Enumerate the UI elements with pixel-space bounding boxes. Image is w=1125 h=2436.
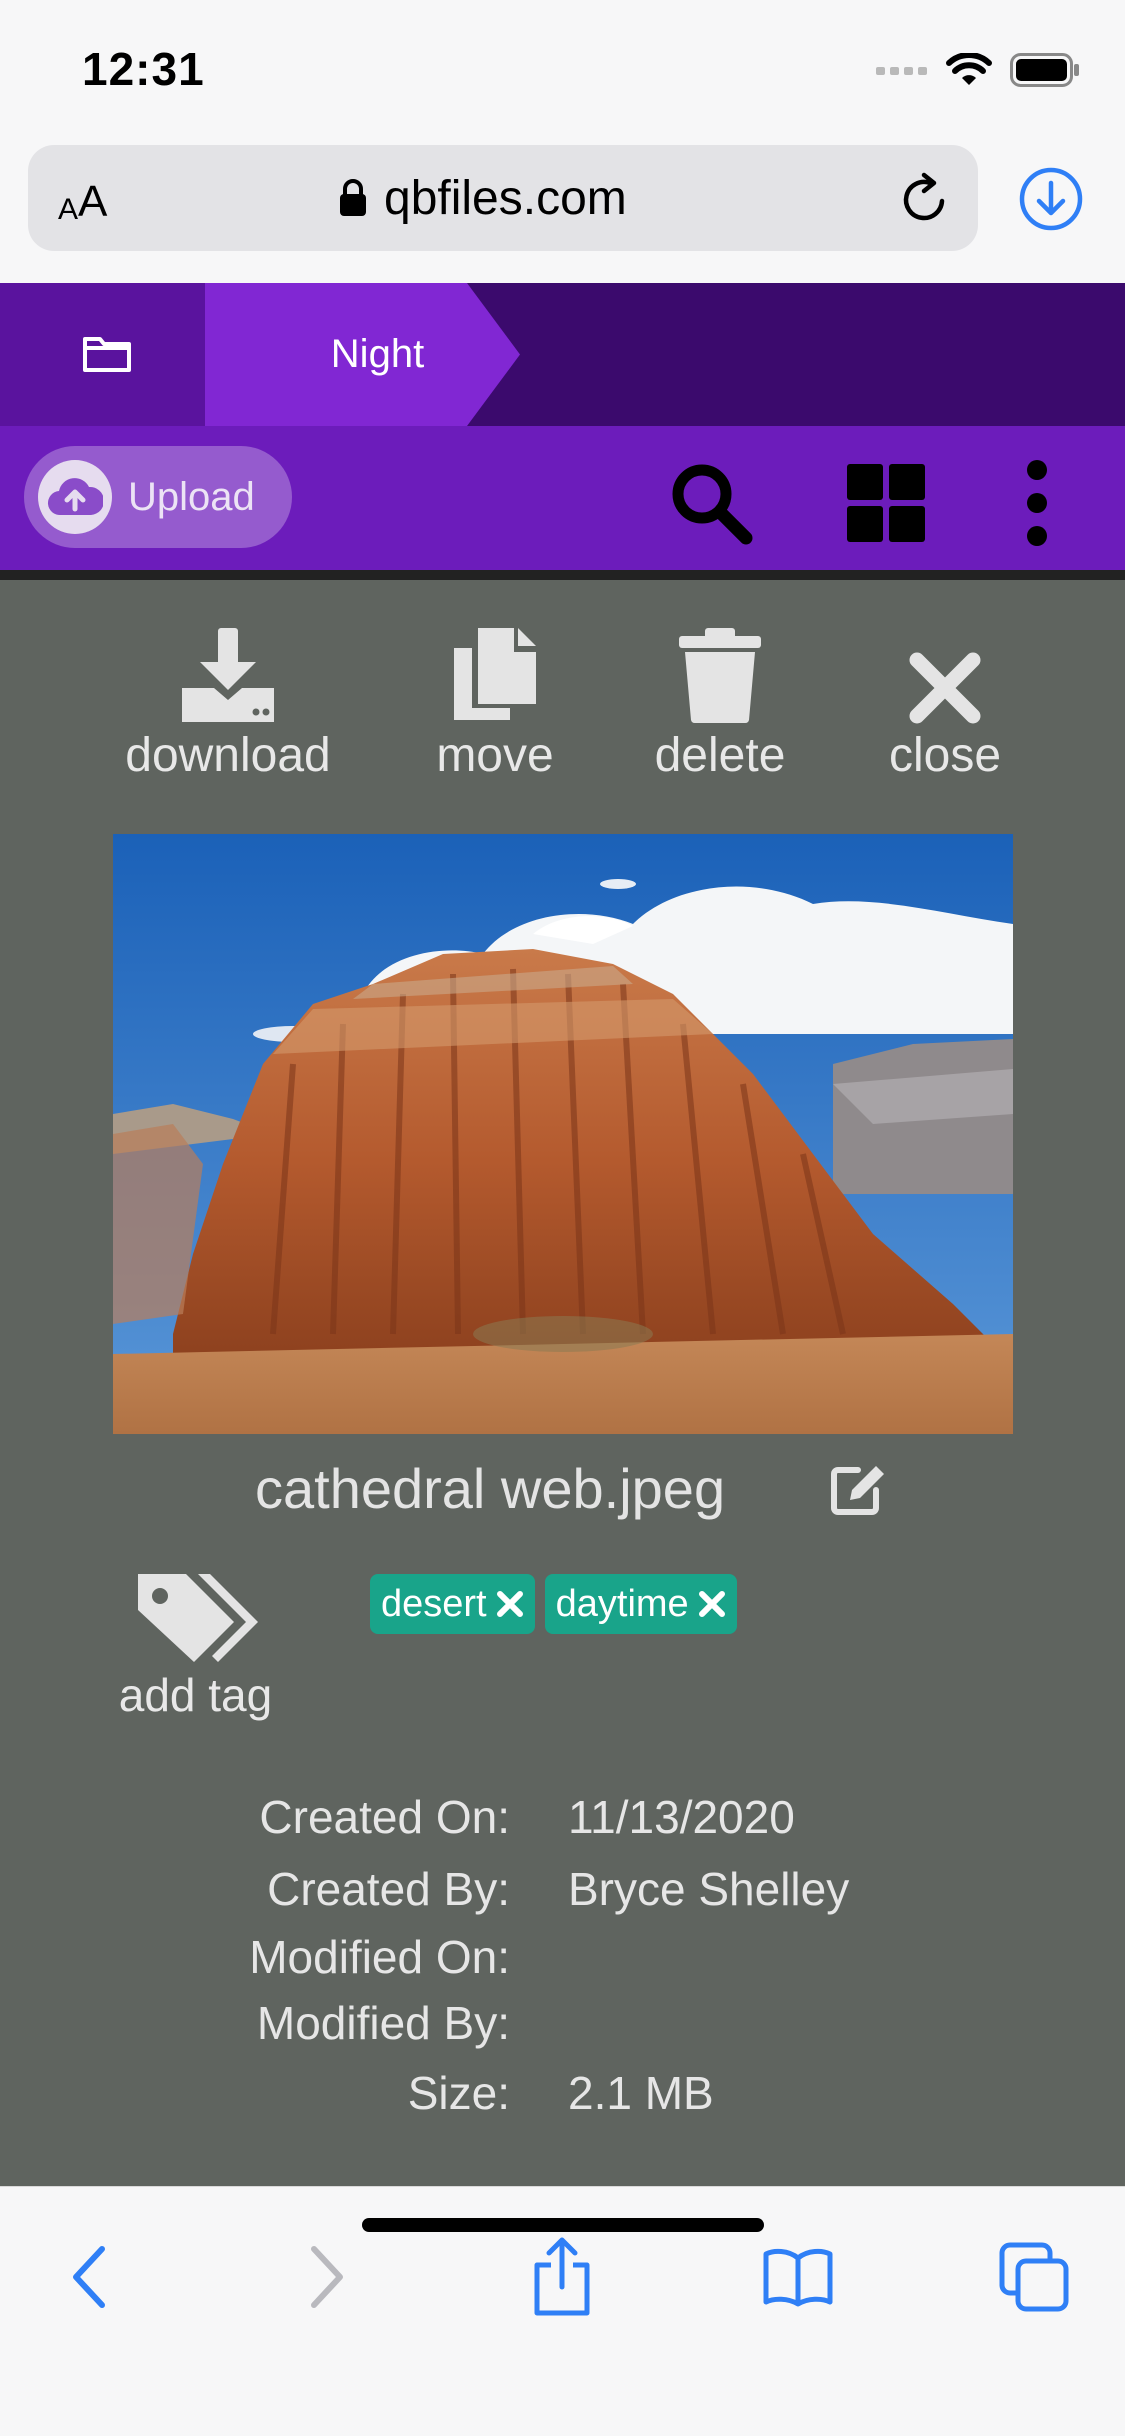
file-detail-panel: download move delete close cathedral web… <box>0 580 1125 2186</box>
folder-icon <box>83 337 131 372</box>
meta-row-modified-on: Modified On: <box>0 1930 1125 1996</box>
action-row: download move delete close <box>0 580 1125 810</box>
tabs-icon <box>999 2242 1069 2312</box>
bookmarks-icon <box>763 2248 833 2307</box>
breadcrumb: Night <box>0 283 1125 426</box>
status-bar: 12:31 <box>0 0 1125 140</box>
meta-row-modified-by: Modified By: <box>0 1996 1125 2066</box>
tabs-button[interactable] <box>994 2237 1074 2317</box>
text-size-small: A <box>58 193 79 226</box>
upload-label: Upload <box>128 474 255 519</box>
meta-value: 11/13/2020 <box>568 1791 795 1843</box>
delete-button[interactable]: delete <box>640 624 800 783</box>
meta-key: Size: <box>407 2067 510 2119</box>
meta-key: Created On: <box>259 1791 510 1843</box>
url-display[interactable]: qbfiles.com <box>338 165 627 231</box>
add-tag-button[interactable]: add tag <box>108 1570 283 1722</box>
meta-row-created-on: Created On: 11/13/2020 <box>0 1790 1125 1862</box>
file-name: cathedral web.jpeg <box>255 1457 726 1520</box>
add-tag-label: add tag <box>118 1669 273 1721</box>
signal-icon <box>876 67 927 75</box>
bookmarks-button[interactable] <box>758 2237 838 2317</box>
remove-tag-icon[interactable] <box>697 1589 727 1619</box>
tag-label: daytime <box>555 1582 689 1625</box>
download-label: download <box>125 729 331 782</box>
meta-row-created-by: Created By: Bryce Shelley <box>0 1862 1125 1930</box>
home-indicator <box>362 2218 764 2232</box>
upload-button[interactable]: Upload <box>24 446 292 548</box>
more-vertical-icon[interactable] <box>1022 458 1052 548</box>
tags-icon <box>137 1574 258 1662</box>
meta-row-size: Size: 2.1 MB <box>0 2066 1125 2134</box>
close-button[interactable]: close <box>870 624 1020 783</box>
forward-button[interactable] <box>286 2237 366 2317</box>
text-size-big: A <box>78 177 108 226</box>
meta-value: 2.1 MB <box>568 2067 714 2119</box>
back-icon <box>73 2246 105 2308</box>
share-icon <box>534 2237 590 2316</box>
battery-icon <box>1010 53 1079 87</box>
share-button[interactable] <box>522 2237 602 2317</box>
url-text: qbfiles.com <box>384 171 627 225</box>
status-time: 12:31 <box>82 43 205 95</box>
breadcrumb-current[interactable]: Night <box>205 283 520 426</box>
download-button[interactable]: download <box>110 624 346 783</box>
lock-icon <box>340 179 366 216</box>
trash-icon <box>679 628 761 724</box>
tag-chip: daytime <box>544 1574 737 1634</box>
tag-chip: desert <box>370 1574 535 1634</box>
meta-key: Created By: <box>267 1863 510 1915</box>
file-metadata: Created On: 11/13/2020 Created By: Bryce… <box>0 1790 1125 2134</box>
reload-icon[interactable] <box>896 171 952 227</box>
forward-icon <box>311 2246 343 2308</box>
copy-icon <box>454 628 536 720</box>
breadcrumb-current-label: Night <box>330 332 425 376</box>
photo-preview[interactable] <box>113 834 1013 1434</box>
close-icon <box>909 652 981 724</box>
delete-label: delete <box>654 729 786 782</box>
grid-icon[interactable] <box>845 462 927 544</box>
address-bar[interactable]: A A qbfiles.com <box>28 145 978 251</box>
cloud-upload-icon <box>38 460 112 534</box>
toolbar-divider <box>0 570 1125 580</box>
tag-label: desert <box>381 1582 487 1625</box>
search-icon[interactable] <box>668 460 754 546</box>
wifi-icon <box>946 53 992 85</box>
meta-key: Modified On: <box>249 1931 510 1983</box>
move-button[interactable]: move <box>415 624 575 783</box>
status-icons <box>876 48 1080 92</box>
close-label: close <box>888 729 1002 782</box>
meta-key: Modified By: <box>256 1997 510 2049</box>
meta-value: Bryce Shelley <box>568 1863 850 1915</box>
tag-area: add tag desert daytime <box>0 1570 1125 1730</box>
toolbar: Upload <box>0 426 1125 570</box>
back-button[interactable] <box>50 2237 130 2317</box>
tag-list: desert daytime <box>370 1574 737 1634</box>
remove-tag-icon[interactable] <box>495 1589 525 1619</box>
edit-icon[interactable] <box>830 1460 890 1516</box>
filename-row: cathedral web.jpeg <box>0 1448 1125 1528</box>
move-label: move <box>436 729 554 782</box>
text-size-button[interactable]: A A <box>58 167 107 227</box>
download-circle-icon[interactable] <box>1018 166 1084 232</box>
download-icon <box>182 628 274 722</box>
